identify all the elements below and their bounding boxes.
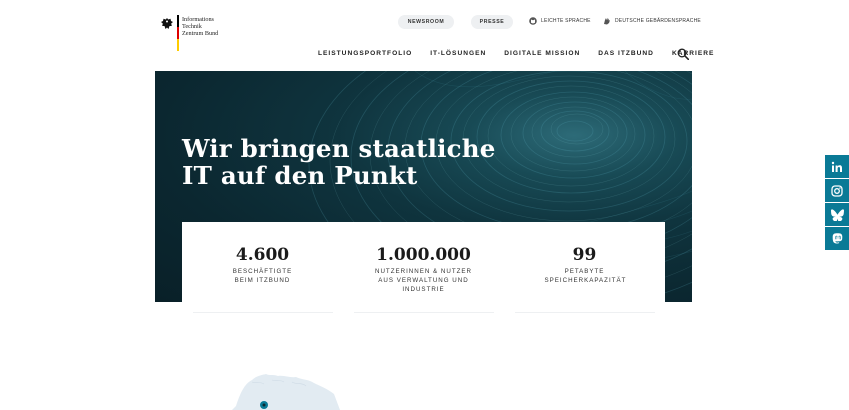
leichte-sprache-label: LEICHTE SPRACHE [541, 18, 591, 24]
divider [354, 312, 494, 313]
stats-card: 4.600 BESCHÄFTIGTE BEIM ITZBUND 1.000.00… [182, 222, 665, 302]
hero-title-line-2: IT auf den Punkt [182, 161, 418, 191]
logo-wordmark: Informations Technik Zentrum Bund [182, 16, 219, 37]
germany-map-graphic [232, 374, 340, 410]
newsroom-button[interactable]: NEWSROOM [398, 15, 454, 29]
leichte-sprache-link[interactable]: LEICHTE SPRACHE [529, 17, 591, 25]
mastodon-link[interactable] [825, 227, 849, 250]
stat-value: 4.600 [235, 245, 290, 265]
divider [193, 312, 333, 313]
stat-label: BESCHÄFTIGTE BEIM ITZBUND [232, 268, 293, 284]
presse-button[interactable]: PRESSE [471, 15, 513, 29]
nav-digitale-mission[interactable]: DIGITALE MISSION [504, 50, 580, 57]
stat-label: NUTZERINNEN & NUTZER AUS VERWALTUNG UND … [375, 268, 472, 293]
nav-leistungsportfolio[interactable]: LEISTUNGSPORTFOLIO [318, 50, 412, 57]
linkedin-link[interactable] [825, 155, 849, 178]
sign-language-icon [604, 17, 610, 25]
stat-value: 1.000.000 [376, 245, 471, 265]
stat-employees: 4.600 BESCHÄFTIGTE BEIM ITZBUND [182, 222, 343, 302]
stat-value: 99 [572, 245, 597, 265]
itzbund-logo[interactable]: Informations Technik Zentrum Bund [160, 15, 218, 51]
instagram-link[interactable] [825, 179, 849, 202]
bluesky-icon [830, 208, 844, 221]
federal-eagle-icon [161, 18, 173, 29]
divider [515, 312, 655, 313]
stat-storage: 99 PETABYTE SPEICHERKAPAZITÄT [504, 222, 665, 302]
nav-das-itzbund[interactable]: DAS ITZBUND [598, 50, 654, 57]
hero-title-line-1: Wir bringen staatliche [182, 134, 496, 164]
stat-users: 1.000.000 NUTZERINNEN & NUTZER AUS VERWA… [343, 222, 504, 302]
search-icon[interactable] [677, 48, 689, 60]
nav-it-loesungen[interactable]: IT-LÖSUNGEN [430, 50, 486, 57]
bluesky-link[interactable] [825, 203, 849, 226]
linkedin-icon [831, 161, 842, 172]
easy-language-icon [529, 17, 537, 25]
hero-title: Wir bringen staatliche IT auf den Punkt [182, 135, 496, 189]
gebaerdensprache-label: DEUTSCHE GEBÄRDENSPRACHE [615, 18, 701, 24]
gebaerdensprache-link[interactable]: DEUTSCHE GEBÄRDENSPRACHE [603, 17, 701, 25]
main-navigation: LEISTUNGSPORTFOLIO IT-LÖSUNGEN DIGITALE … [318, 50, 732, 57]
german-flag-bar [177, 15, 179, 51]
instagram-icon [831, 184, 843, 197]
mastodon-icon [832, 232, 843, 243]
stat-label: PETABYTE SPEICHERKAPAZITÄT [544, 268, 627, 284]
